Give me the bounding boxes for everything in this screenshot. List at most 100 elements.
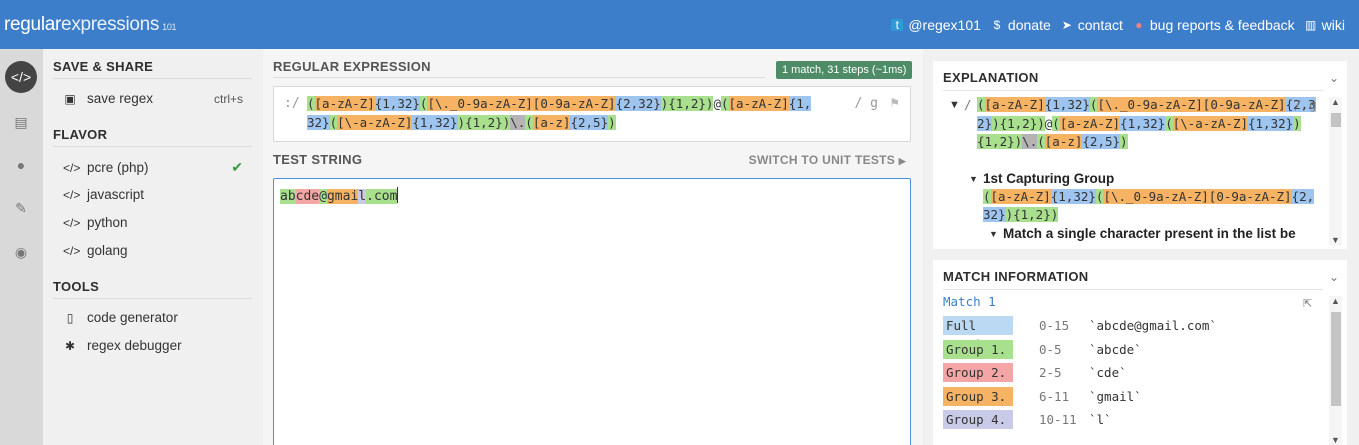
regex-flags[interactable]: / g [855,96,878,111]
tree-toggle-icon[interactable]: ▼ [949,99,960,111]
editor-area: REGULAR EXPRESSION 1 match, 31 steps (~1… [263,49,923,445]
code-icon: </> [63,243,81,258]
user-icon[interactable]: ● [5,149,37,181]
scroll-down-icon[interactable]: ▼ [1329,235,1342,245]
flavor-label: golang [87,243,128,258]
match-highlight: . [366,189,374,204]
regex-token: {1,2} [999,115,1038,131]
flavor-header: FLAVOR [53,127,252,147]
scroll-up-icon[interactable]: ▲ [1329,296,1342,306]
save-regex-button[interactable]: ▣ save regex ctrl+s [63,91,243,106]
twitter-icon: t [891,19,904,31]
match-highlight: l [358,189,367,204]
group-label: Group 4. [943,410,1013,430]
flag-icon[interactable]: ⚑ [889,96,900,110]
nav-bug-label: bug reports & feedback [1149,17,1295,33]
match-title: Match 1 [943,294,996,309]
nav-wiki[interactable]: ▥ wiki [1305,17,1345,33]
switch-unit-tests-link[interactable]: SWITCH TO UNIT TESTS ▶ [749,153,906,167]
regex-token: ) [1120,134,1128,149]
nav-contact[interactable]: ➤ contact [1061,17,1123,33]
flavor-item-python[interactable]: </> python [63,215,243,230]
explanation-panel: EXPLANATION ⌄ ▼ / ([a-zA-Z]{1,32}([\._0-… [933,61,1347,249]
flavor-item-golang[interactable]: </> golang [63,243,243,258]
book-icon[interactable]: ▤ [5,106,37,138]
left-panel: SAVE & SHARE ▣ save regex ctrl+s FLAVOR … [43,49,263,445]
regex-token: ( [307,96,315,111]
regex-token: [\-a-zA-Z] [1172,115,1248,131]
logo-part1: regular [4,14,62,35]
regex-token: ) [608,115,616,130]
match-value: `l` [1089,412,1112,428]
tool-regex-debugger[interactable]: ✱ regex debugger [63,338,243,353]
match-info-row: Group 1. 0-5 `abcde` [943,338,1217,362]
regex-token: [\._0-9a-zA-Z][0-9a-zA-Z] [1103,189,1292,204]
scroll-up-icon[interactable]: ▲ [1329,97,1342,107]
match-info-row: Group 2. 2-5 `cde` [943,361,1217,385]
flavor-item-pcre[interactable]: </> pcre (php) ✔ [63,159,243,176]
text-caret [397,187,399,203]
group-label: Full match [943,316,1013,352]
chevron-down-icon[interactable]: ⌄ [1329,270,1339,284]
regex-token: ( [1165,115,1173,131]
tools-header: TOOLS [53,279,252,299]
scroll-thumb[interactable] [1331,312,1341,406]
match-value: `abcde@gmail.com` [1089,318,1217,334]
scrollbar[interactable]: ▲ ▼ [1329,296,1342,445]
code-icon: </> [63,215,81,230]
save-share-header: SAVE & SHARE [53,59,252,79]
tool-code-generator[interactable]: ▯ code generator [63,310,243,325]
scrollbar[interactable]: ▲ ▼ [1329,97,1342,245]
tree-toggle-icon[interactable]: ▼ [989,229,998,239]
regex-token: ( [983,189,991,204]
file-code-icon: ▯ [66,310,74,325]
regex-token: [a-z] [1044,134,1083,149]
code-icon[interactable]: </> [5,61,37,93]
match-info-table: Full match 0-15 `abcde@gmail.com` Group 1. 0… [943,314,1217,432]
nav-twitter[interactable]: t @regex101 [891,17,981,33]
save-regex-label: save regex [87,91,154,106]
chevron-down-icon[interactable]: ⌄ [1329,71,1339,85]
test-string-text[interactable]: abcde@gmail.com [280,187,399,204]
regex-token: [\._0-9a-zA-Z][0-9a-zA-Z] [427,96,616,111]
regex-token: \. [1022,134,1038,149]
regex-token: [a-zA-Z] [728,96,789,111]
match-range: 10-11 [1039,412,1077,428]
export-icon[interactable]: ⇱ [1303,297,1312,310]
regex-input[interactable]: :/ ([a-zA-Z]{1,32}([\._0-9a-zA-Z][0-9a-z… [273,86,911,142]
tree-toggle-icon[interactable]: ▼ [969,174,978,184]
regex-token: {2,5} [1082,134,1121,149]
chat-icon[interactable]: ◉ [5,236,37,268]
match-range: 0-5 [1039,341,1062,357]
nav-bug-reports[interactable]: ● bug reports & feedback [1133,17,1295,33]
logo[interactable]: regularexpressions 101 [4,14,177,36]
regex-token: ) [1005,207,1014,222]
regex-token: {1,2} [977,134,1015,149]
explanation-item: Match a single character present in the … [1003,226,1296,241]
regex-token: {1,32} [412,115,458,130]
check-icon: ✔ [231,159,243,175]
match-info-row: Full match 0-15 `abcde@gmail.com` [943,314,1217,352]
group1-title: 1st Capturing Group [983,171,1115,186]
regex-token: {1,2} [465,115,503,130]
regex-token: ) [1037,115,1045,131]
nav-twitter-label: @regex101 [908,17,981,33]
dollar-icon: $ [993,18,1001,32]
wrench-icon[interactable]: ✎ [5,192,37,224]
test-string-input[interactable]: abcde@gmail.com [273,178,911,445]
regex-token: {2,5} [570,115,609,130]
code-icon: </> [63,187,81,202]
nav-wiki-label: wiki [1321,17,1345,33]
bank-icon: ▥ [1304,18,1317,32]
right-panel: EXPLANATION ⌄ ▼ / ([a-zA-Z]{1,32}([\._0-… [923,49,1359,445]
regex-token: ) [992,115,1000,131]
flavor-item-javascript[interactable]: </> javascript [63,187,243,202]
group-label: Group 3. [943,386,1013,406]
nav-donate[interactable]: $ donate [991,17,1051,33]
scroll-down-icon[interactable]: ▼ [1329,435,1342,445]
scroll-thumb[interactable] [1331,113,1341,127]
regex-code[interactable]: ([a-zA-Z]{1,32}([\._0-9a-zA-Z][0-9a-zA-Z… [307,94,812,132]
tool-label: code generator [87,310,178,325]
regex-token: {1,32} [1248,115,1294,131]
match-info-header: MATCH INFORMATION [943,269,1089,284]
